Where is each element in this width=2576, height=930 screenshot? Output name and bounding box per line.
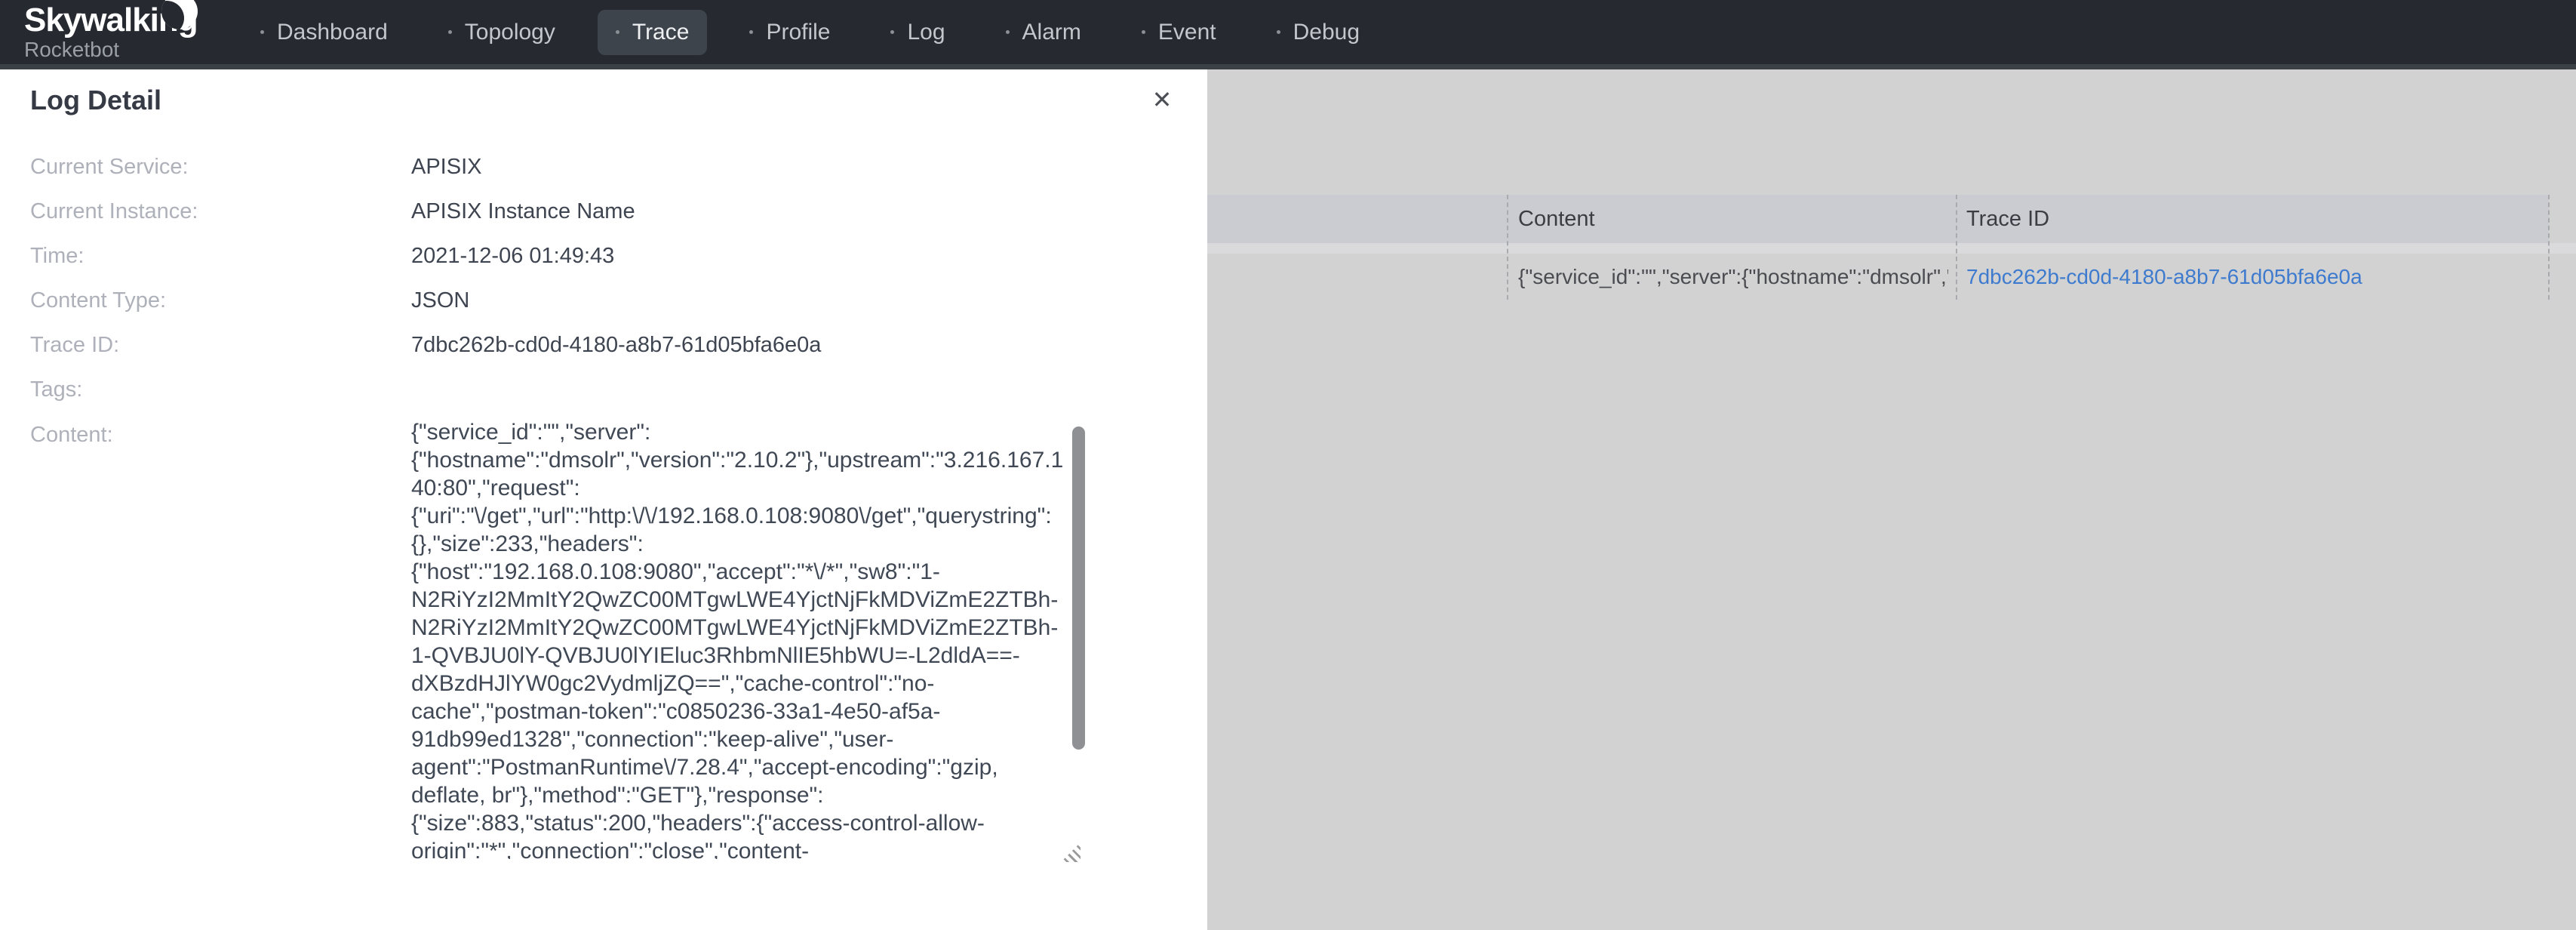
field-trace-id: Trace ID: 7dbc262b-cd0d-4180-a8b7-61d05b… — [30, 323, 1177, 368]
field-label: Content: — [30, 414, 411, 448]
nav-item-dashboard[interactable]: Dashboard — [242, 10, 406, 55]
table-row-trace-id-link[interactable]: 7dbc262b-cd0d-4180-a8b7-61d05bfa6e0a — [1966, 254, 2362, 300]
nav-item-alarm[interactable]: Alarm — [988, 10, 1099, 55]
field-label: Tags: — [30, 377, 411, 402]
field-label: Trace ID: — [30, 333, 411, 358]
column-separator — [1956, 195, 1957, 300]
nav-item-event[interactable]: Event — [1124, 10, 1234, 55]
column-header-trace-id: Trace ID — [1966, 195, 2049, 243]
skywalking-logo[interactable]: Skywalking Rocketbot — [24, 4, 209, 61]
table-row-content-cell[interactable]: {"service_id":"","server":{"hostname":"d… — [1518, 254, 1948, 300]
column-separator — [1507, 195, 1508, 300]
field-label: Time: — [30, 244, 411, 269]
nav-item-topology[interactable]: Topology — [430, 10, 573, 55]
field-value: JSON — [411, 288, 469, 313]
close-icon[interactable]: ✕ — [1145, 83, 1179, 116]
field-tags: Tags: — [30, 368, 1177, 412]
field-time: Time: 2021-12-06 01:49:43 — [30, 234, 1177, 279]
field-value: 2021-12-06 01:49:43 — [411, 244, 614, 269]
logo-subtitle: Rocketbot — [24, 38, 209, 61]
log-detail-dialog: Log Detail ✕ Current Service: APISIX Cur… — [0, 69, 1207, 930]
field-label: Current Instance: — [30, 199, 411, 224]
log-detail-fields: Current Service: APISIX Current Instance… — [30, 145, 1177, 859]
log-content-textarea[interactable]: {"service_id":"","server":{"hostname":"d… — [411, 414, 1087, 859]
column-separator — [2548, 195, 2550, 300]
nav-item-log[interactable]: Log — [872, 10, 963, 55]
dialog-title: Log Detail — [30, 85, 161, 116]
textarea-scrollbar-thumb[interactable] — [1072, 427, 1085, 750]
nav-item-trace[interactable]: Trace — [598, 10, 708, 55]
field-current-service: Current Service: APISIX — [30, 145, 1177, 189]
top-nav-bar: Skywalking Rocketbot Dashboard Topology … — [0, 0, 2576, 69]
nav-item-debug[interactable]: Debug — [1259, 10, 1378, 55]
column-header-content: Content — [1518, 195, 1595, 243]
field-value: APISIX — [411, 155, 482, 180]
nav-menu: Dashboard Topology Trace Profile Log Ala… — [218, 10, 1378, 55]
log-table-header-divider — [1207, 243, 2576, 254]
field-label: Current Service: — [30, 155, 411, 180]
field-value: 7dbc262b-cd0d-4180-a8b7-61d05bfa6e0a — [411, 333, 821, 358]
field-label: Content Type: — [30, 288, 411, 313]
field-current-instance: Current Instance: APISIX Instance Name — [30, 189, 1177, 234]
field-content: Content: {"service_id":"","server":{"hos… — [30, 414, 1177, 859]
log-table-header-band — [1207, 195, 2549, 243]
nav-item-profile[interactable]: Profile — [731, 10, 848, 55]
field-value: APISIX Instance Name — [411, 199, 635, 224]
field-content-type: Content Type: JSON — [30, 279, 1177, 323]
